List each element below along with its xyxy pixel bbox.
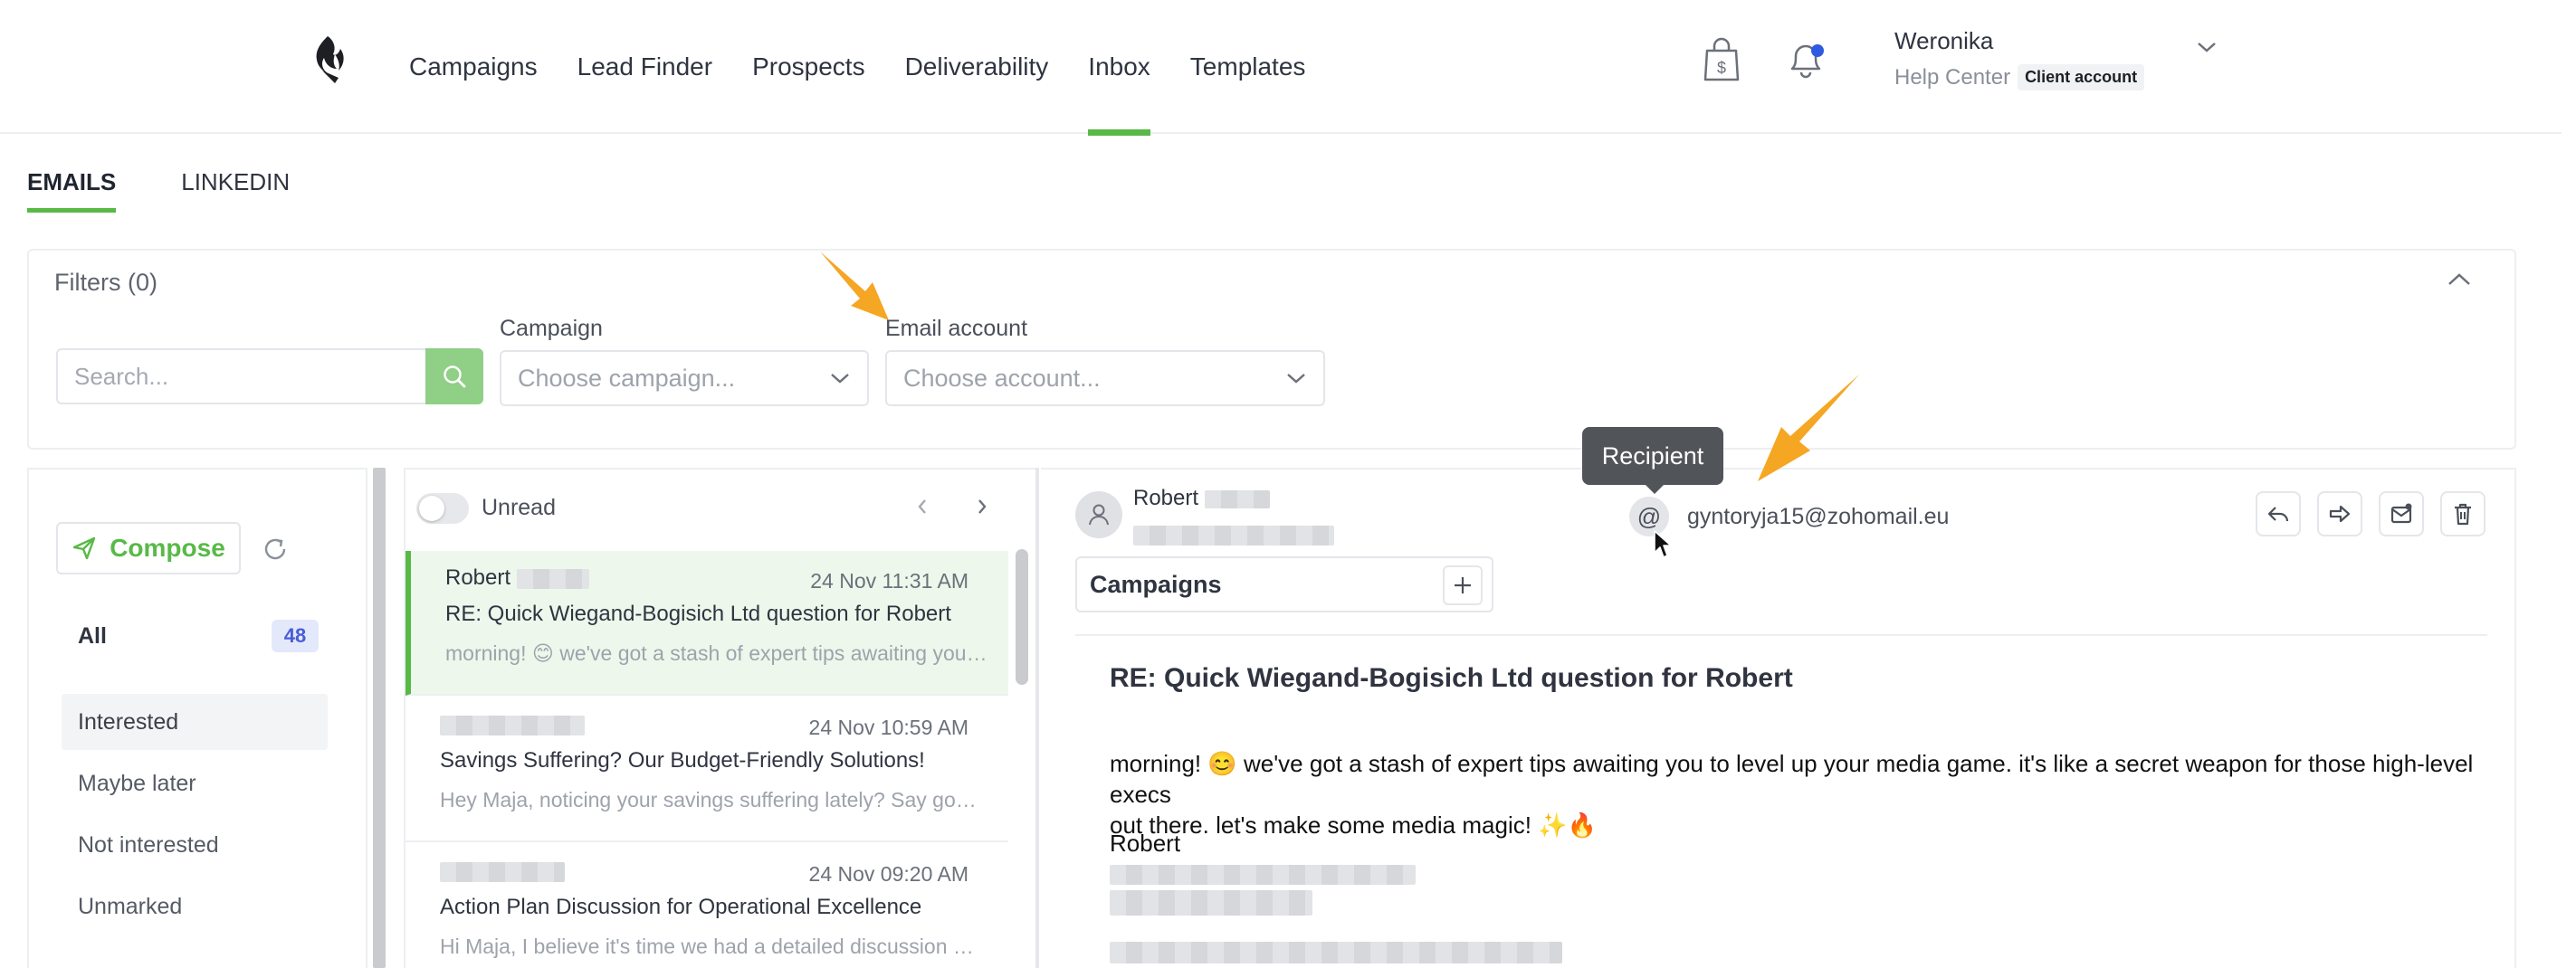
refresh-icon[interactable] (261, 535, 290, 564)
email-subject: Savings Suffering? Our Budget-Friendly S… (440, 748, 925, 773)
nav-inbox[interactable]: Inbox (1088, 0, 1150, 136)
help-center-link[interactable]: Help Center (1894, 65, 2010, 90)
email-subject: Action Plan Discussion for Operational E… (440, 895, 922, 919)
trash-icon[interactable] (2440, 491, 2485, 536)
folder-interested[interactable]: Interested (62, 694, 328, 750)
email-subject: RE: Quick Wiegand-Bogisich Ltd question … (445, 602, 951, 626)
redacted-block (440, 715, 585, 735)
search-input[interactable] (56, 348, 425, 404)
avatar (1075, 491, 1122, 538)
email-list-item[interactable]: 24 Nov 09:20 AM Action Plan Discussion f… (405, 844, 1008, 968)
chevron-down-icon (831, 374, 849, 384)
campaign-select[interactable]: Choose campaign... (500, 350, 869, 406)
email-date: 24 Nov 09:20 AM (808, 862, 968, 886)
email-list: Unread Robert 24 Nov 11:31 AM RE: Quick … (404, 468, 1037, 968)
email-sender (440, 859, 565, 884)
svg-text:$: $ (1717, 59, 1726, 77)
search-button[interactable] (425, 348, 483, 404)
email-preview: Hi Maja, I believe it's time we had a de… (440, 935, 983, 958)
filters-panel: Filters (0) Campaign Choose campaign... … (27, 249, 2516, 450)
recipient-email: gyntoryja15@zohomail.eu (1687, 504, 1950, 529)
nav-campaigns[interactable]: Campaigns (409, 0, 538, 134)
shopping-bag-dollar-icon[interactable]: $ (1702, 36, 1741, 83)
email-account-filter-label: Email account (885, 316, 1028, 341)
redacted-block (1110, 865, 1416, 886)
client-account-badge: Client account (2018, 64, 2145, 90)
email-account-select-placeholder: Choose account... (903, 364, 1101, 392)
campaigns-label: Campaigns (1090, 571, 1222, 598)
chevron-up-icon[interactable] (2446, 270, 2478, 303)
chevron-left-icon[interactable] (909, 493, 936, 520)
sidebar-scrollbar[interactable] (373, 468, 386, 968)
inbox-channel-tabs: EMAILS LINKEDIN (27, 168, 290, 213)
reader-sender-email (1133, 526, 1334, 546)
bell-icon[interactable] (1785, 40, 1827, 81)
email-sender: Robert (445, 565, 589, 591)
reader-subject: RE: Quick Wiegand-Bogisich Ltd question … (1110, 663, 1793, 693)
tab-emails[interactable]: EMAILS (27, 168, 117, 213)
email-preview: morning! 😊 we've got a stash of expert t… (445, 641, 988, 665)
user-name: Weronika (1894, 27, 1994, 54)
search-icon (444, 365, 466, 388)
campaign-select-placeholder: Choose campaign... (518, 364, 736, 392)
redacted-block (440, 861, 565, 882)
email-date: 24 Nov 11:31 AM (810, 569, 968, 593)
top-navigation-bar: Campaigns Lead Finder Prospects Delivera… (0, 0, 2562, 136)
redacted-block (1110, 942, 1562, 964)
forward-icon[interactable] (2317, 491, 2362, 536)
filters-title[interactable]: Filters (0) (54, 269, 157, 297)
compose-button[interactable]: Compose (56, 522, 241, 574)
email-list-item[interactable]: 24 Nov 10:59 AM Savings Suffering? Our B… (405, 698, 1008, 842)
plus-icon (1455, 577, 1471, 593)
unread-toggle[interactable] (416, 493, 469, 524)
nav-templates[interactable]: Templates (1190, 0, 1306, 134)
send-icon (73, 536, 96, 560)
redacted-block (1133, 526, 1334, 546)
folder-all-count: 48 (272, 620, 319, 652)
reader-signature: Robert (1110, 830, 1562, 968)
add-campaign-button[interactable] (1443, 565, 1483, 605)
chevron-right-icon[interactable] (968, 493, 996, 520)
reply-icon[interactable] (2256, 491, 2301, 536)
chevron-down-icon[interactable] (2194, 34, 2219, 60)
email-date: 24 Nov 10:59 AM (808, 716, 968, 739)
pane-divider[interactable] (1035, 468, 1039, 968)
redacted-block (516, 568, 589, 589)
campaigns-box: Campaigns (1075, 556, 1493, 612)
redacted-block (1110, 890, 1312, 916)
user-icon (1089, 504, 1109, 526)
unread-toggle-label: Unread (482, 495, 556, 520)
nav-deliverability[interactable]: Deliverability (905, 0, 1049, 134)
chevron-down-icon (1287, 374, 1305, 384)
folder-sidebar: Compose All 48 Interested Maybe later No… (27, 468, 367, 968)
nav-lead-finder[interactable]: Lead Finder (577, 0, 712, 134)
reader-body-line: morning! 😊 we've got a stash of expert t… (1110, 750, 2474, 808)
reader-body: morning! 😊 we've got a stash of expert t… (1110, 748, 2504, 840)
campaign-filter-label: Campaign (500, 316, 603, 341)
folder-all[interactable]: All (78, 623, 107, 650)
folder-maybe-later[interactable]: Maybe later (62, 755, 328, 811)
annotation-arrow-icon (1758, 375, 1859, 481)
email-preview: Hey Maja, noticing your savings sufferin… (440, 788, 983, 811)
logo-icon[interactable] (308, 34, 349, 85)
email-sender (440, 712, 585, 737)
user-menu[interactable]: Weronika Help Center Client account (1894, 27, 2145, 90)
mark-unread-icon[interactable] (2379, 491, 2424, 536)
email-list-item[interactable]: Robert 24 Nov 11:31 AM RE: Quick Wiegand… (405, 551, 1008, 696)
folder-unmarked[interactable]: Unmarked (62, 878, 328, 935)
nav-prospects[interactable]: Prospects (752, 0, 865, 134)
email-list-scrollbar[interactable] (1016, 549, 1028, 685)
folder-not-interested[interactable]: Not interested (62, 817, 328, 873)
main-nav: Campaigns Lead Finder Prospects Delivera… (409, 0, 1345, 136)
mouse-cursor-icon (1654, 530, 1672, 558)
reader-sender: Robert (1133, 486, 1270, 511)
reader-divider (1075, 634, 2487, 636)
recipient-tooltip: Recipient (1582, 427, 1723, 494)
tab-linkedin[interactable]: LINKEDIN (181, 168, 290, 213)
email-account-select[interactable]: Choose account... (885, 350, 1325, 406)
email-reader: Robert @ gyntoryja15@zohomail.eu Campaig… (1041, 468, 2516, 968)
annotation-arrow-icon (820, 251, 889, 320)
compose-label: Compose (110, 534, 225, 562)
redacted-block (1204, 489, 1270, 508)
